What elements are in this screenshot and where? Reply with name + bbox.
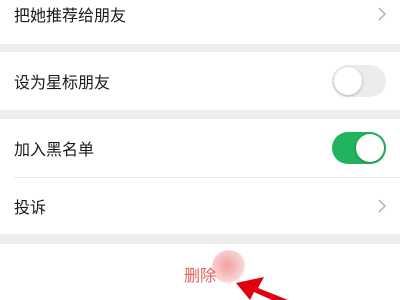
pointer-arrow-icon [236, 277, 288, 300]
